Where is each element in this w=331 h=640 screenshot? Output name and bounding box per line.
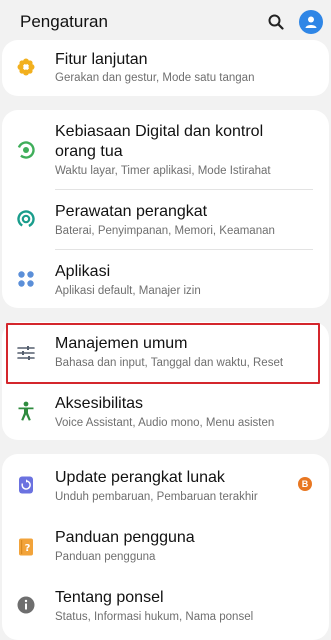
settings-item-fitur-lanjutan[interactable]: Fitur lanjutan Gerakan dan gestur, Mode … bbox=[2, 40, 329, 96]
settings-item-manajemen-umum[interactable]: Manajemen umum Bahasa dan input, Tanggal… bbox=[2, 322, 329, 384]
item-title: Update perangkat lunak bbox=[55, 469, 225, 486]
item-title: Tentang ponsel bbox=[55, 589, 164, 606]
settings-item-kebiasaan-digital[interactable]: Kebiasaan Digital dan kontrol orang tua … bbox=[2, 110, 329, 190]
item-title: Panduan pengguna bbox=[55, 529, 195, 546]
top-bar: Pengaturan bbox=[0, 0, 331, 44]
item-subtitle: Aplikasi default, Manajer izin bbox=[55, 285, 201, 297]
item-title: Aplikasi bbox=[55, 263, 111, 280]
gear-flower-icon bbox=[15, 56, 37, 78]
digital-wellbeing-icon bbox=[15, 139, 37, 161]
accessibility-icon bbox=[15, 400, 37, 422]
apps-grid-icon bbox=[15, 268, 37, 290]
user-guide-icon: ? bbox=[15, 536, 37, 558]
software-update-icon bbox=[15, 474, 37, 496]
info-icon bbox=[15, 594, 37, 616]
notification-badge: B bbox=[298, 477, 312, 491]
item-subtitle: Voice Assistant, Audio mono, Menu asiste… bbox=[55, 417, 275, 429]
item-subtitle: Waktu layar, Timer aplikasi, Mode Istira… bbox=[55, 165, 271, 177]
settings-card-about: Update perangkat lunak Unduh pembaruan, … bbox=[2, 454, 329, 640]
item-subtitle: Baterai, Penyimpanan, Memori, Keamanan bbox=[55, 225, 275, 237]
item-title: Perawatan perangkat bbox=[55, 203, 208, 220]
item-subtitle: Bahasa dan input, Tanggal dan waktu, Res… bbox=[55, 357, 284, 369]
settings-item-tentang-ponsel[interactable]: Tentang ponsel Status, Informasi hukum, … bbox=[2, 576, 329, 640]
item-subtitle: Panduan pengguna bbox=[55, 551, 156, 563]
item-title: Manajemen umum bbox=[55, 335, 188, 352]
device-care-icon bbox=[15, 208, 37, 230]
item-subtitle: Status, Informasi hukum, Nama ponsel bbox=[55, 611, 254, 623]
settings-item-update-perangkat-lunak[interactable]: Update perangkat lunak Unduh pembaruan, … bbox=[2, 454, 329, 516]
item-subtitle: Unduh pembaruan, Pembaruan terakhir bbox=[55, 491, 258, 503]
settings-card-general: Manajemen umum Bahasa dan input, Tanggal… bbox=[2, 322, 329, 440]
settings-card-device: Kebiasaan Digital dan kontrol orang tua … bbox=[2, 110, 329, 308]
settings-item-panduan-pengguna[interactable]: ? Panduan pengguna Panduan pengguna bbox=[2, 516, 329, 576]
search-icon[interactable] bbox=[265, 11, 287, 33]
item-title-line2: orang tua bbox=[55, 143, 123, 160]
item-title: Aksesibilitas bbox=[55, 395, 144, 412]
settings-card-advanced: Fitur lanjutan Gerakan dan gestur, Mode … bbox=[2, 40, 329, 96]
settings-item-aplikasi[interactable]: Aplikasi Aplikasi default, Manajer izin bbox=[2, 250, 329, 308]
settings-item-perawatan-perangkat[interactable]: Perawatan perangkat Baterai, Penyimpanan… bbox=[2, 190, 329, 249]
account-avatar-icon[interactable] bbox=[299, 10, 323, 34]
svg-text:?: ? bbox=[25, 543, 31, 554]
item-subtitle: Gerakan dan gestur, Mode satu tangan bbox=[55, 72, 255, 84]
sliders-icon bbox=[15, 342, 37, 364]
settings-item-aksesibilitas[interactable]: Aksesibilitas Voice Assistant, Audio mon… bbox=[2, 384, 329, 440]
page-title: Pengaturan bbox=[20, 12, 108, 31]
item-title-line1: Kebiasaan Digital dan kontrol bbox=[55, 123, 264, 140]
item-title: Fitur lanjutan bbox=[55, 51, 148, 68]
